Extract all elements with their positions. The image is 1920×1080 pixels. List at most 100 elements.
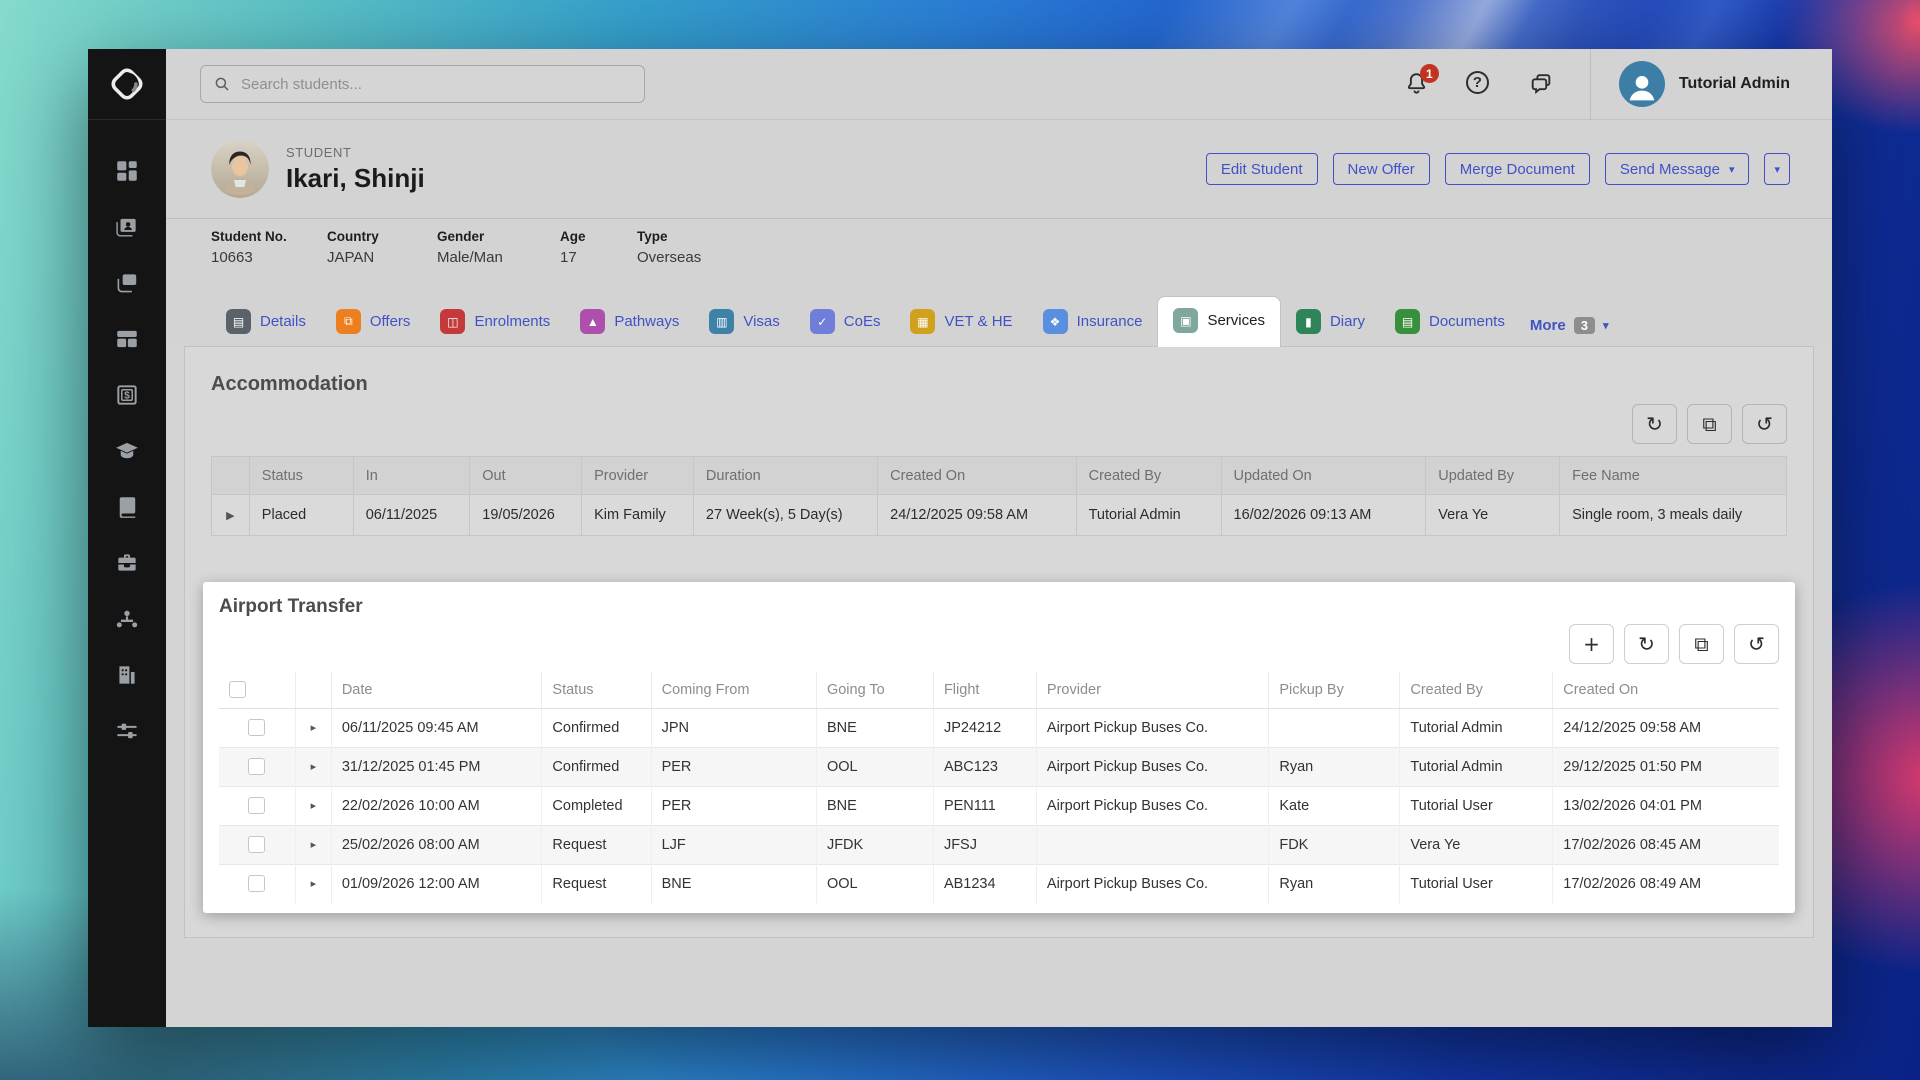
tab-pathways[interactable]: ▲Pathways bbox=[565, 298, 694, 346]
courses-icon[interactable] bbox=[114, 438, 140, 464]
search-input[interactable] bbox=[241, 76, 632, 93]
info-student-no: Student No.10663 bbox=[211, 229, 327, 282]
services-icon[interactable] bbox=[114, 550, 140, 576]
edit-student-button[interactable]: Edit Student bbox=[1206, 153, 1318, 185]
info-label: Age bbox=[560, 229, 637, 244]
expand-row-icon[interactable]: ▶ bbox=[212, 495, 250, 536]
app-logo[interactable] bbox=[88, 49, 166, 120]
expand-row-icon[interactable]: ▸ bbox=[295, 864, 331, 903]
add-button[interactable]: + bbox=[1569, 624, 1614, 664]
row-checkbox[interactable] bbox=[248, 875, 265, 892]
tab-label: Documents bbox=[1429, 313, 1505, 330]
column-header-created-on[interactable]: Created On bbox=[1553, 672, 1779, 708]
table-row[interactable]: ▸06/11/2025 09:45 AMConfirmedJPNBNEJP242… bbox=[219, 708, 1779, 747]
row-checkbox[interactable] bbox=[248, 797, 265, 814]
tab-label: Details bbox=[260, 313, 306, 330]
tab-offers[interactable]: ⧉Offers bbox=[321, 298, 426, 346]
cell-pickup-by: Ryan bbox=[1269, 747, 1400, 786]
help-button[interactable]: ? bbox=[1466, 71, 1492, 97]
expand-column-header bbox=[295, 672, 331, 708]
tab-insurance[interactable]: ❖Insurance bbox=[1028, 298, 1158, 346]
tab-services[interactable]: ▣Services bbox=[1157, 296, 1281, 347]
notifications-button[interactable]: 1 bbox=[1404, 71, 1430, 97]
cell-pickup-by: Kate bbox=[1269, 786, 1400, 825]
tab-label: VET & HE bbox=[944, 313, 1012, 330]
new-offer-button[interactable]: New Offer bbox=[1333, 153, 1430, 185]
table-row[interactable]: ▸01/09/2026 12:00 AMRequestBNEOOLAB1234A… bbox=[219, 864, 1779, 903]
refresh-button[interactable]: ↻ bbox=[1624, 624, 1669, 664]
copy-button[interactable]: ⧉ bbox=[1679, 624, 1724, 664]
refresh-button[interactable]: ↻ bbox=[1632, 404, 1677, 444]
cell-pickup-by bbox=[1269, 708, 1400, 747]
column-header-out[interactable]: Out bbox=[470, 457, 582, 495]
table-row[interactable]: ▸31/12/2025 01:45 PMConfirmedPEROOLABC12… bbox=[219, 747, 1779, 786]
offers-icon[interactable] bbox=[114, 270, 140, 296]
cell-date: 22/02/2026 10:00 AM bbox=[331, 786, 542, 825]
expand-row-icon[interactable]: ▸ bbox=[295, 825, 331, 864]
tab-label: Visas bbox=[743, 313, 779, 330]
column-header-flight[interactable]: Flight bbox=[933, 672, 1036, 708]
column-header-fee-name[interactable]: Fee Name bbox=[1560, 457, 1787, 495]
row-checkbox[interactable] bbox=[248, 836, 265, 853]
column-header-duration[interactable]: Duration bbox=[693, 457, 877, 495]
column-header-provider[interactable]: Provider bbox=[582, 457, 694, 495]
column-header-updated-on[interactable]: Updated On bbox=[1221, 457, 1426, 495]
history-button[interactable]: ↺ bbox=[1742, 404, 1787, 444]
table-row[interactable]: ▸22/02/2026 10:00 AMCompletedPERBNEPEN11… bbox=[219, 786, 1779, 825]
column-header-status[interactable]: Status bbox=[542, 672, 651, 708]
reports-icon[interactable] bbox=[114, 662, 140, 688]
student-header: STUDENT Ikari, Shinji Edit StudentNew Of… bbox=[166, 120, 1832, 218]
expand-row-icon[interactable]: ▸ bbox=[295, 747, 331, 786]
column-header-created-by[interactable]: Created By bbox=[1400, 672, 1553, 708]
tab-vet-he[interactable]: ▦ VET & HE bbox=[895, 298, 1027, 346]
column-header-updated-by[interactable]: Updated By bbox=[1426, 457, 1560, 495]
copy-button[interactable]: ⧉ bbox=[1687, 404, 1732, 444]
contacts-icon[interactable] bbox=[114, 214, 140, 240]
column-header-date[interactable]: Date bbox=[331, 672, 542, 708]
dashboard-icon[interactable] bbox=[114, 158, 140, 184]
app-window: $ 1 ? bbox=[88, 49, 1832, 1027]
tab-more[interactable]: More3▾ bbox=[1520, 306, 1619, 346]
cell-created-by: Tutorial User bbox=[1400, 786, 1553, 825]
tab-enrolments[interactable]: ◫Enrolments bbox=[425, 298, 565, 346]
table-row[interactable]: ▸25/02/2026 08:00 AMRequestLJFJFDKJFSJFD… bbox=[219, 825, 1779, 864]
user-menu[interactable]: Tutorial Admin bbox=[1619, 61, 1832, 107]
expand-row-icon[interactable]: ▸ bbox=[295, 708, 331, 747]
tab-visas[interactable]: ▥Visas bbox=[694, 298, 794, 346]
row-checkbox[interactable] bbox=[248, 758, 265, 775]
select-all-checkbox[interactable] bbox=[229, 681, 246, 698]
column-header-status[interactable]: Status bbox=[249, 457, 353, 495]
column-header-going-to[interactable]: Going To bbox=[816, 672, 933, 708]
topbar-right: 1 ? Tutorial Admin bbox=[1404, 49, 1832, 119]
table-row[interactable]: ▶Placed06/11/202519/05/2026Kim Family27 … bbox=[212, 495, 1787, 536]
settings-icon[interactable] bbox=[114, 718, 140, 744]
expand-row-icon[interactable]: ▸ bbox=[295, 786, 331, 825]
airport-transfer-header-row: DateStatusComing FromGoing ToFlightProvi… bbox=[219, 672, 1779, 708]
enrolments-icon[interactable] bbox=[114, 326, 140, 352]
history-button[interactable]: ↺ bbox=[1734, 624, 1779, 664]
more-actions-button[interactable]: ▾ bbox=[1764, 153, 1790, 185]
column-header-provider[interactable]: Provider bbox=[1036, 672, 1268, 708]
column-header-pickup-by[interactable]: Pickup By bbox=[1269, 672, 1400, 708]
cell-date: 25/02/2026 08:00 AM bbox=[331, 825, 542, 864]
cell-date: 06/11/2025 09:45 AM bbox=[331, 708, 542, 747]
tab-details[interactable]: ▤Details bbox=[211, 298, 321, 346]
messages-button[interactable] bbox=[1528, 71, 1554, 97]
cell-flight: AB1234 bbox=[933, 864, 1036, 903]
vet-he-tab-icon: ▦ bbox=[910, 309, 935, 334]
agents-icon[interactable] bbox=[114, 606, 140, 632]
column-header-coming-from[interactable]: Coming From bbox=[651, 672, 816, 708]
tab-diary[interactable]: ▮Diary bbox=[1281, 298, 1380, 346]
merge-document-button[interactable]: Merge Document bbox=[1445, 153, 1590, 185]
diary-icon[interactable] bbox=[114, 494, 140, 520]
column-header-in[interactable]: In bbox=[353, 457, 470, 495]
student-search bbox=[200, 65, 645, 103]
cell-provider: Airport Pickup Buses Co. bbox=[1036, 864, 1268, 903]
tab-documents[interactable]: ▤Documents bbox=[1380, 298, 1520, 346]
row-checkbox[interactable] bbox=[248, 719, 265, 736]
tab-coes[interactable]: ✓CoEs bbox=[795, 298, 896, 346]
column-header-created-by[interactable]: Created By bbox=[1076, 457, 1221, 495]
send-message-button[interactable]: Send Message▾ bbox=[1605, 153, 1750, 185]
finance-icon[interactable]: $ bbox=[114, 382, 140, 408]
column-header-created-on[interactable]: Created On bbox=[878, 457, 1076, 495]
